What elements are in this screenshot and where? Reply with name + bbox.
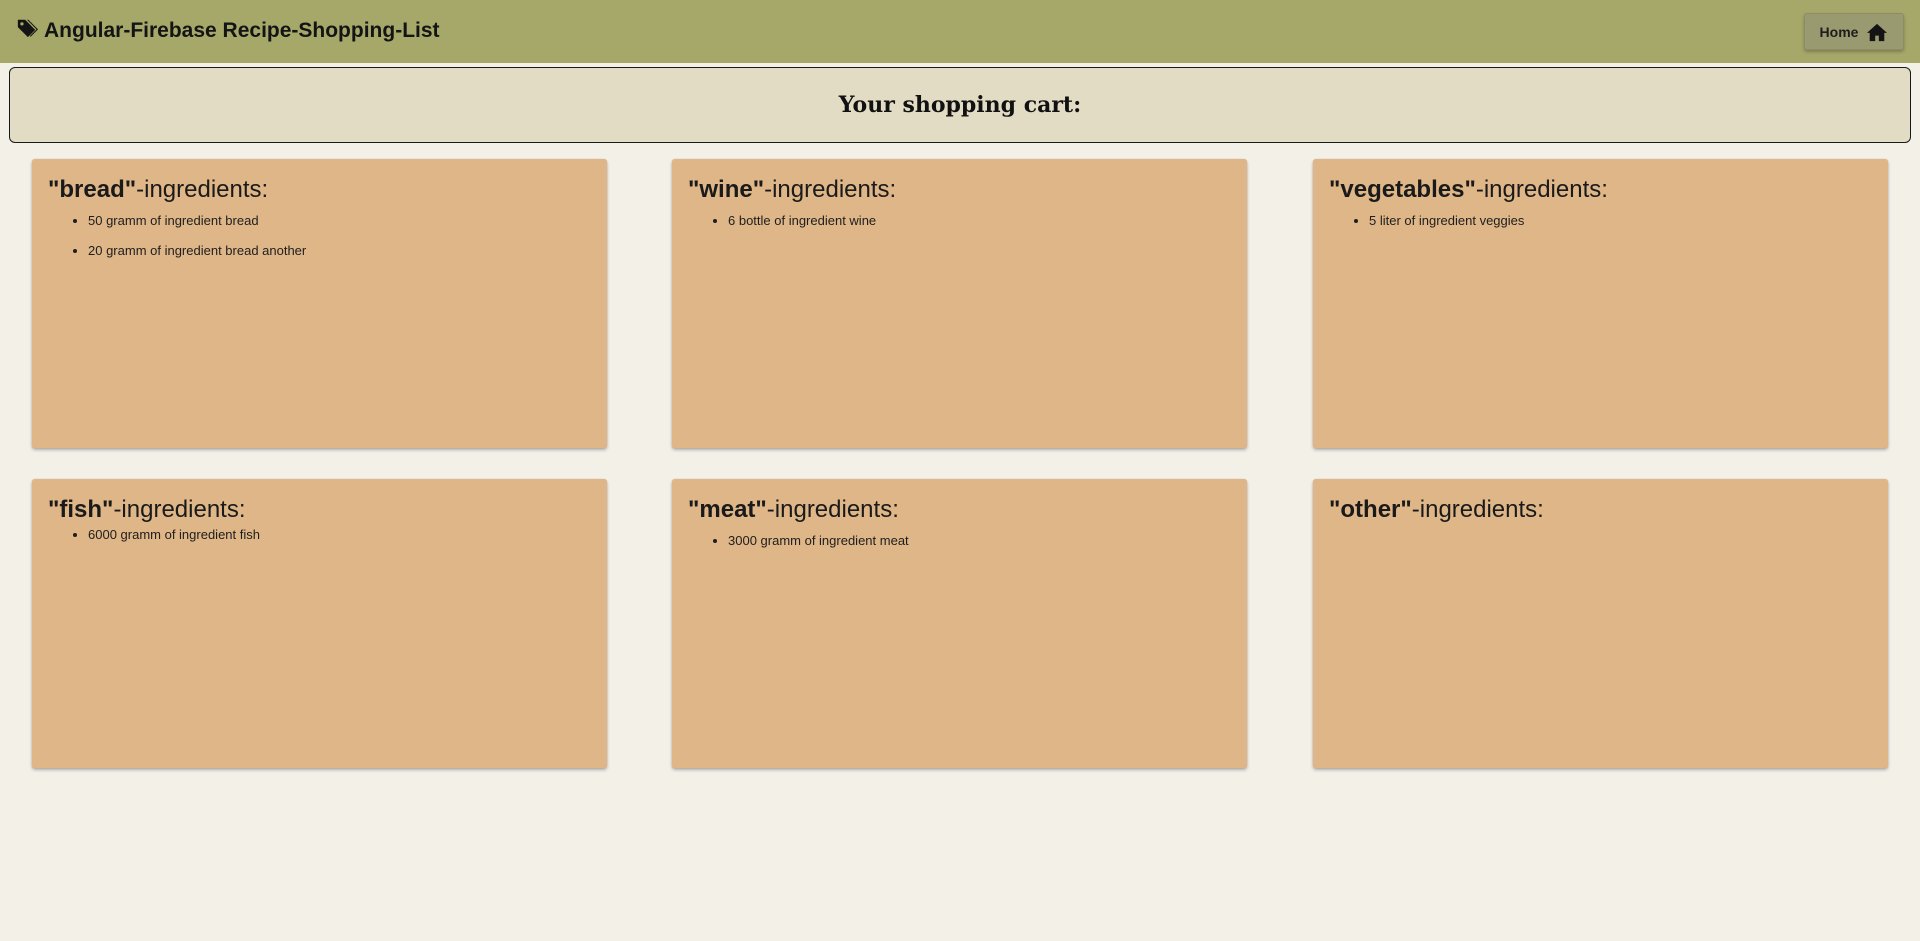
home-button[interactable]: Home [1804, 13, 1904, 50]
category-card-vegetables: "vegetables"-ingredients: 5 liter of ing… [1313, 159, 1888, 448]
brand: Angular-Firebase Recipe-Shopping-List [16, 19, 440, 43]
tag-icon [16, 17, 38, 39]
page-title: Your shopping cart: [838, 92, 1082, 118]
category-suffix: -ingredients: [766, 496, 899, 523]
category-title: "wine"-ingredients: [688, 175, 1231, 205]
app-title: Angular-Firebase Recipe-Shopping-List [44, 18, 440, 42]
category-title: "fish"-ingredients: [48, 495, 591, 525]
category-name: "meat" [688, 496, 767, 523]
category-name: "other" [1329, 496, 1412, 523]
category-name: "bread" [48, 176, 137, 203]
ingredient-list: 6000 gramm of ingredient fish [48, 527, 591, 543]
category-title: "other"-ingredients: [1329, 495, 1872, 525]
category-title: "bread"-ingredients: [48, 175, 591, 205]
app-toolbar: Angular-Firebase Recipe-Shopping-List Ho… [0, 0, 1920, 63]
ingredient-list: 5 liter of ingredient veggies [1329, 213, 1872, 229]
category-card-meat: "meat"-ingredients: 3000 gramm of ingred… [672, 479, 1247, 768]
list-item: 50 gramm of ingredient bread [88, 213, 591, 229]
ingredient-list: 3000 gramm of ingredient meat [688, 533, 1231, 549]
list-item: 6 bottle of ingredient wine [728, 213, 1231, 229]
category-card-bread: "bread"-ingredients: 50 gramm of ingredi… [32, 159, 607, 448]
ingredient-list: 6 bottle of ingredient wine [688, 213, 1231, 229]
category-suffix: -ingredients: [136, 176, 269, 203]
cart-header: Your shopping cart: [9, 67, 1911, 143]
list-item: 3000 gramm of ingredient meat [728, 533, 1231, 549]
category-title: "vegetables"-ingredients: [1329, 175, 1872, 205]
home-button-label: Home [1819, 23, 1859, 40]
list-item: 5 liter of ingredient veggies [1369, 213, 1872, 229]
category-card-wine: "wine"-ingredients: 6 bottle of ingredie… [672, 159, 1247, 448]
category-card-fish: "fish"-ingredients: 6000 gramm of ingred… [32, 479, 607, 768]
list-item: 6000 gramm of ingredient fish [88, 527, 591, 543]
category-suffix: -ingredients: [1411, 496, 1544, 523]
category-card-other: "other"-ingredients: [1313, 479, 1888, 768]
list-item: 20 gramm of ingredient bread another [88, 243, 591, 259]
category-title: "meat"-ingredients: [688, 495, 1231, 525]
category-suffix: -ingredients: [764, 176, 897, 203]
category-suffix: -ingredients: [1475, 176, 1608, 203]
category-name: "fish" [48, 496, 114, 523]
home-icon [1866, 22, 1888, 42]
category-suffix: -ingredients: [113, 496, 246, 523]
category-name: "vegetables" [1329, 176, 1476, 203]
category-name: "wine" [688, 176, 765, 203]
ingredient-list: 50 gramm of ingredient bread 20 gramm of… [48, 213, 591, 259]
